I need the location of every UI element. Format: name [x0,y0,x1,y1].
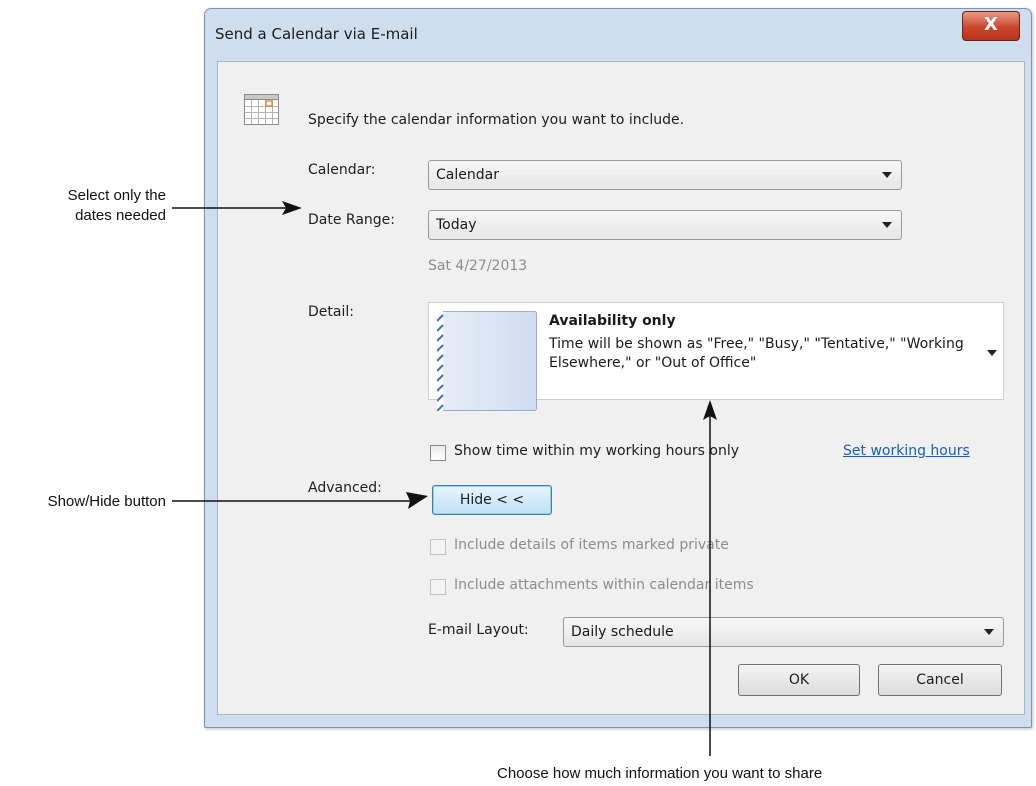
callout-arrows [172,201,717,756]
